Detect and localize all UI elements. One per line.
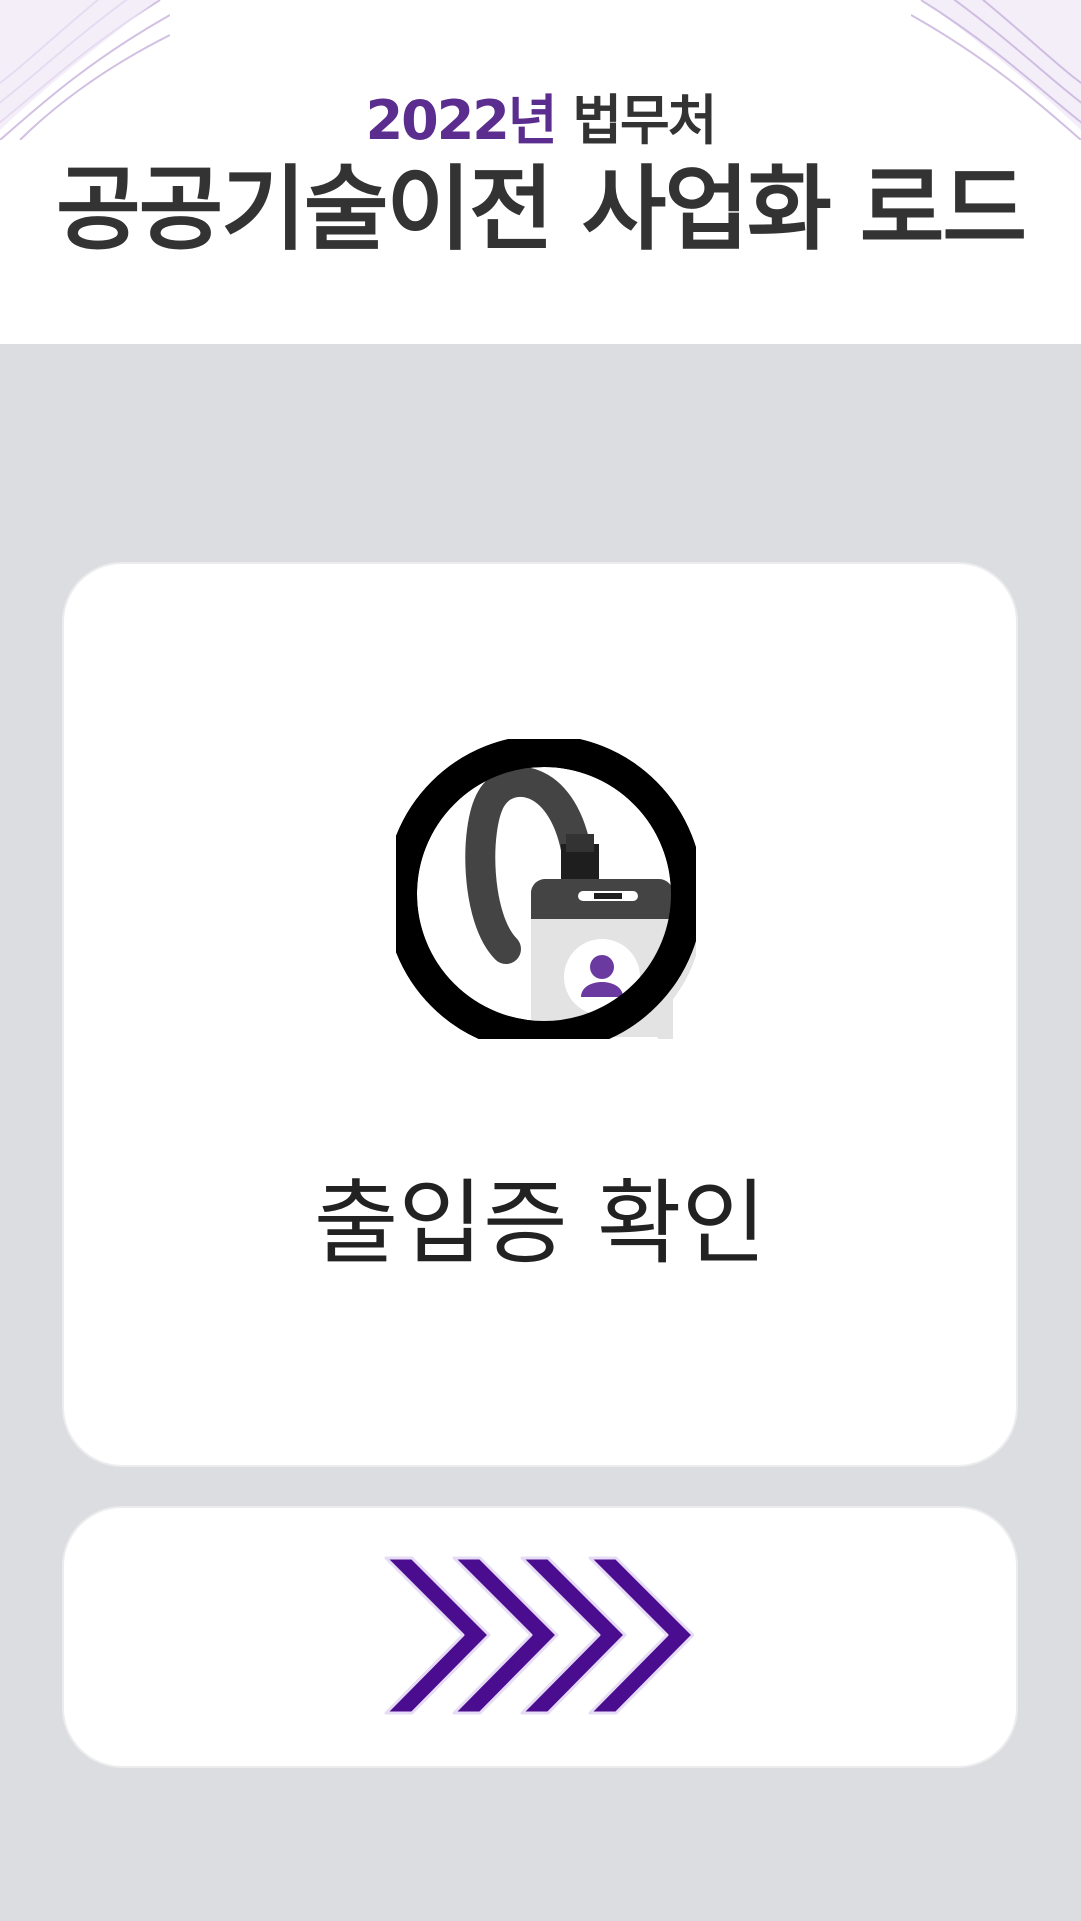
page-title: 공공기술이전 사업화 로드 bbox=[55, 156, 1027, 263]
pass-check-card[interactable]: 출입증 확인 bbox=[62, 562, 1018, 1467]
header: 2022년 법무처 공공기술이전 사업화 로드 bbox=[0, 0, 1081, 344]
chevron-right-arrows-icon bbox=[384, 1556, 694, 1715]
id-badge-icon bbox=[396, 739, 696, 1039]
page-subtitle: 2022년 법무처 bbox=[0, 86, 1081, 156]
next-button[interactable] bbox=[62, 1506, 1018, 1768]
subtitle-org: 법무처 bbox=[572, 89, 717, 152]
pass-check-label: 출입증 확인 bbox=[313, 1170, 767, 1277]
subtitle-year: 2022년 bbox=[365, 89, 558, 152]
